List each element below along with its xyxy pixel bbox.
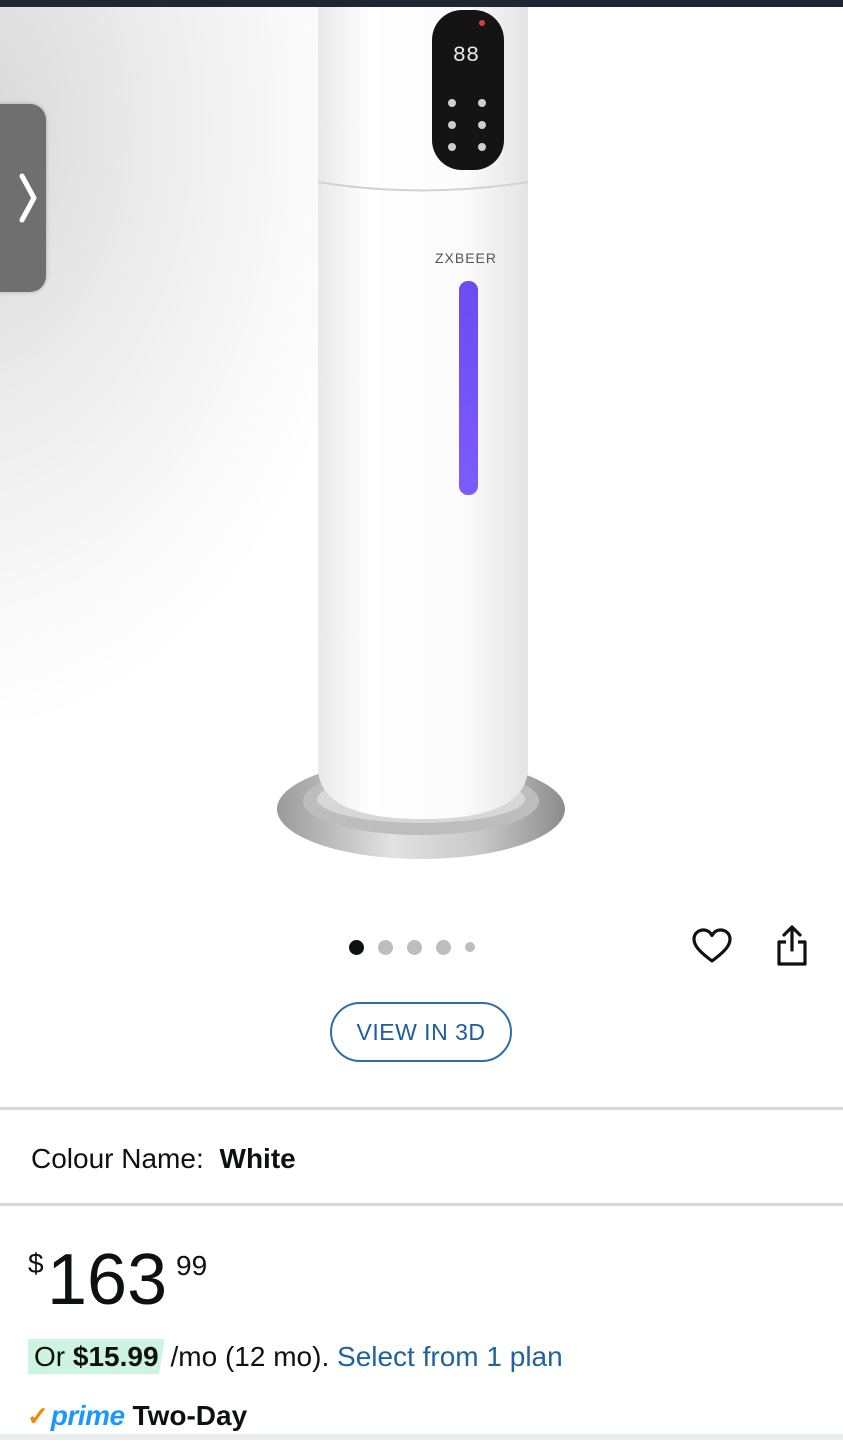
share-icon (777, 925, 807, 966)
installment-terms: /mo (12 mo). (170, 1341, 330, 1372)
image-pagination-dots[interactable] (349, 937, 475, 957)
bottom-edge (0, 1434, 843, 1440)
share-button[interactable] (768, 922, 816, 970)
pagination-dot[interactable] (407, 939, 422, 955)
price-fraction: 99 (176, 1250, 208, 1281)
colour-variation: Colour Name: White (31, 1143, 296, 1175)
installment-amount: $15.99 (72, 1341, 159, 1372)
pagination-dot[interactable] (378, 939, 393, 955)
installment-highlight: Or $15.99 (28, 1339, 165, 1374)
price-whole: 163 (47, 1240, 168, 1320)
svg-text:88: 88 (453, 43, 479, 68)
section-divider (0, 1107, 843, 1110)
pagination-dot[interactable] (436, 939, 451, 955)
select-plan-link[interactable]: Select from 1 plan (337, 1341, 563, 1372)
product-image-gallery[interactable]: 88 ZXBEER (0, 7, 843, 912)
price-symbol: $ (28, 1248, 44, 1279)
pagination-dot[interactable] (465, 942, 475, 952)
variation-value: White (219, 1143, 296, 1174)
view-in-3d-button[interactable]: VIEW IN 3D (330, 1002, 512, 1062)
heart-icon (692, 928, 732, 963)
installment-prefix: Or (34, 1341, 66, 1372)
status-bar-edge (0, 0, 843, 7)
previous-image-button[interactable] (0, 104, 46, 292)
prime-check-icon: ✓ (27, 1400, 49, 1431)
product-image: 88 ZXBEER (277, 7, 565, 859)
delivery-speed: Two-Day (132, 1400, 248, 1431)
section-divider (0, 1203, 843, 1206)
pagination-dot[interactable] (349, 939, 364, 955)
installment-offer: Or $15.99/mo (12 mo). Select from 1 plan (28, 1339, 563, 1374)
prime-logo: prime (50, 1400, 125, 1431)
chevron-right-icon (19, 173, 37, 223)
variation-label: Colour Name: (31, 1143, 204, 1174)
add-to-wishlist-button[interactable] (688, 922, 736, 970)
brand-logo-text: ZXBEER (435, 250, 497, 266)
prime-delivery: ✓ prime Two-Day (27, 1398, 247, 1434)
